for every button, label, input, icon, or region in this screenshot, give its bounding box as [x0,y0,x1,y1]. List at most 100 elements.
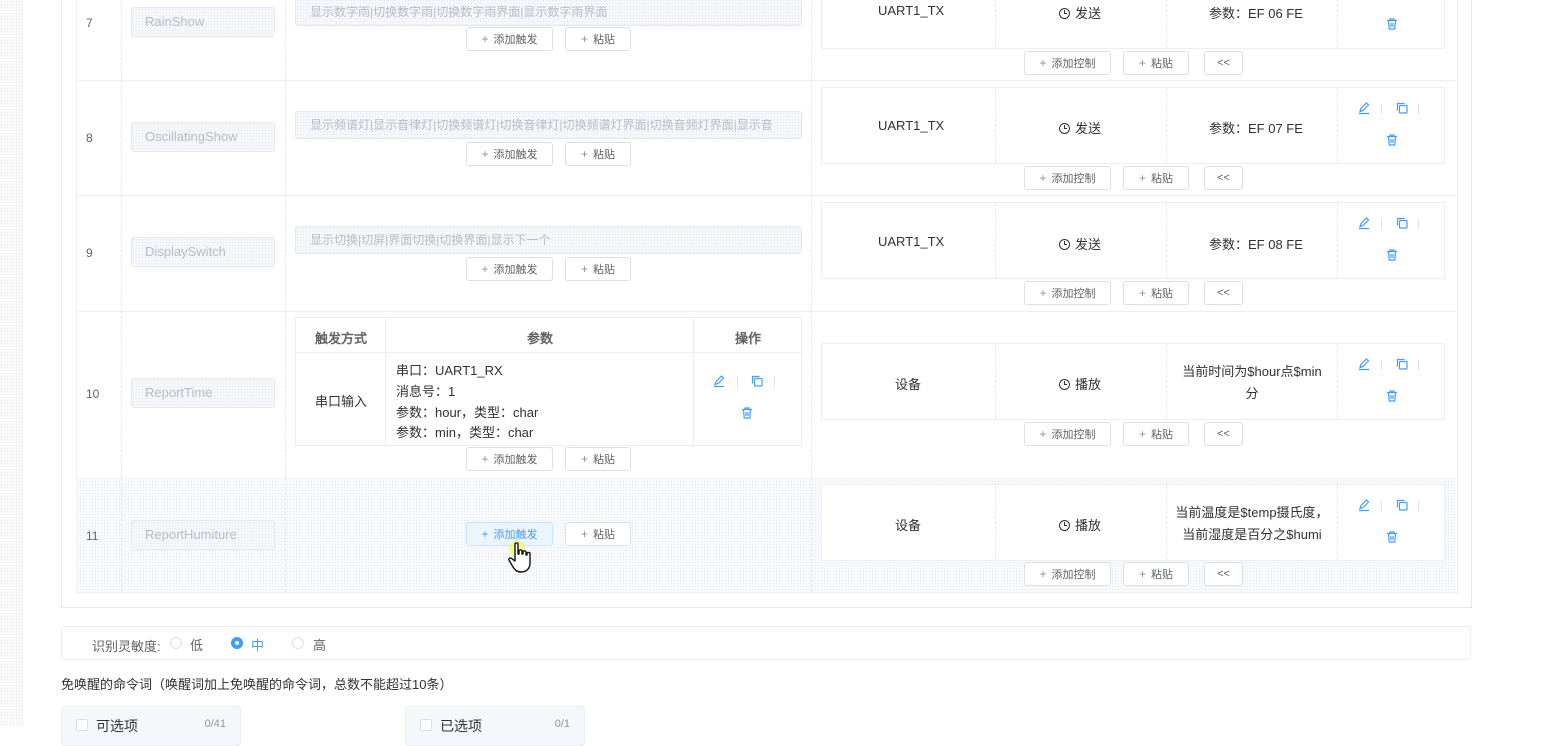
plus-icon: + [1039,171,1047,185]
clock-icon [1059,379,1070,390]
radio-medium-label[interactable]: 中 [251,635,264,654]
add-control-button[interactable]: + 添加控制 [1024,422,1111,446]
row-index: 7 [86,16,93,30]
plus-icon: + [1138,286,1146,300]
radio-high[interactable] [292,637,304,649]
copy-icon[interactable] [1395,357,1409,371]
edit-icon[interactable] [1357,101,1371,115]
select-all-checkbox[interactable] [420,719,432,731]
add-control-button[interactable]: + 添加控制 [1024,51,1111,75]
command-name-field[interactable]: DisplaySwitch [131,237,275,267]
plus-icon: + [580,32,588,46]
plus-icon: + [580,262,588,276]
paste-control-button[interactable]: + 粘贴 [1123,281,1189,305]
row-index: 8 [86,131,93,145]
collapse-button[interactable]: << [1204,562,1243,586]
paste-trigger-button[interactable]: + 粘贴 [565,522,631,546]
add-trigger-button[interactable]: + 添加触发 [466,447,553,471]
edit-icon[interactable] [1357,216,1371,230]
paste-trigger-button[interactable]: + 粘贴 [565,27,631,51]
sensitivity-setting: 识别灵敏度: 低 中 高 [61,626,1471,660]
control-action: 发送 [1059,3,1101,22]
paste-trigger-button[interactable]: + 粘贴 [565,142,631,166]
sensitivity-label: 识别灵敏度: [92,639,161,654]
paste-control-button[interactable]: + 粘贴 [1123,562,1189,586]
plus-icon: + [1039,567,1047,581]
delete-icon[interactable] [1385,17,1399,31]
trigger-param: 参数：hour，类型：char [396,405,539,420]
select-all-checkbox[interactable] [76,719,88,731]
delete-icon[interactable] [740,406,754,420]
add-control-button[interactable]: + 添加控制 [1024,562,1111,586]
paste-control-button[interactable]: + 粘贴 [1123,422,1189,446]
command-name-field[interactable]: ReportHumiture [131,520,275,550]
edit-icon[interactable] [1357,357,1371,371]
control-target: UART1_TX [878,234,945,249]
radio-low-label[interactable]: 低 [190,635,203,654]
delete-icon[interactable] [1385,389,1399,403]
command-name-field[interactable]: OscillatingShow [131,122,275,152]
column-header: 触发方式 [315,331,368,346]
plus-icon: + [481,32,489,46]
delete-icon[interactable] [1385,248,1399,262]
paste-control-button[interactable]: + 粘贴 [1123,51,1189,75]
collapse-button[interactable]: << [1204,422,1243,446]
control-item: UART1_TX 发送 参数：EF 06 FE [821,0,1445,49]
trigger-words-field[interactable]: 显示切换|切屏|界面切换|切换界面|显示下一个 [295,226,802,254]
control-target: 设备 [895,377,922,392]
plus-icon: + [1039,56,1047,70]
add-trigger-button[interactable]: + 添加触发 [466,257,553,281]
add-trigger-button[interactable]: + 添加触发 [466,27,553,51]
collapse-button[interactable]: << [1204,166,1243,190]
control-item: UART1_TX 发送 参数：EF 07 FE [821,87,1445,164]
add-control-button[interactable]: + 添加控制 [1024,281,1111,305]
clock-icon [1059,520,1070,531]
column-header: 操作 [735,331,762,346]
delete-icon[interactable] [1385,133,1399,147]
table-row: 10 ReportTime 触发方式 参数 操作 串口输入 串口：UART1_R… [76,311,1456,478]
collapse-button[interactable]: << [1204,51,1243,75]
trigger-param: 消息号：1 [396,384,456,399]
control-item: UART1_TX 发送 参数：EF 08 FE [821,202,1445,279]
table-row: 11 ReportHumiture + 添加触发 + 粘贴 设备 播放 当前温度是$… [76,477,1456,592]
paste-control-button[interactable]: + 粘贴 [1123,166,1189,190]
edit-icon[interactable] [712,374,726,388]
control-target: UART1_TX [878,118,945,133]
transfer-right-panel: 已选项 0/1 [405,706,585,746]
pointer-hand-icon [508,540,531,573]
trigger-param: 串口：UART1_RX [396,363,503,378]
collapse-button[interactable]: << [1204,281,1243,305]
add-control-button[interactable]: + 添加控制 [1024,166,1111,190]
radio-high-label[interactable]: 高 [313,635,326,654]
plus-icon: + [1039,427,1047,441]
edit-icon[interactable] [1357,498,1371,512]
radio-low[interactable] [170,637,182,649]
transfer-left-panel: 可选项 0/41 [61,706,241,746]
radio-medium[interactable] [231,637,243,649]
column-header: 参数 [527,331,554,346]
row-index: 11 [86,529,99,543]
copy-icon[interactable] [1395,101,1409,115]
delete-icon[interactable] [1385,530,1399,544]
command-name-field[interactable]: ReportTime [131,378,275,408]
trigger-param: 参数：min，类型：char [396,425,534,440]
trigger-method: 串口输入 [315,394,368,409]
transfer-left-title: 可选项 [96,718,138,734]
trigger-words-field[interactable]: 显示数字雨|切换数字雨|切换数字雨界面|显示数字雨界面 [295,0,802,26]
command-name-field[interactable]: RainShow [131,7,275,37]
plus-icon: + [580,452,588,466]
control-item: 设备 播放 当前时间为$hour点$min分 [821,343,1445,420]
paste-trigger-button[interactable]: + 粘贴 [565,257,631,281]
control-action: 播放 [1059,374,1101,393]
plus-icon: + [1138,567,1146,581]
paste-trigger-button[interactable]: + 粘贴 [565,447,631,471]
trigger-words-field[interactable]: 显示频谱灯|显示音律灯|切换频谱灯|切换音律灯|切换频谱灯界面|切换音频灯界面|… [295,111,802,139]
copy-icon[interactable] [1395,216,1409,230]
control-param: 参数：EF 08 FE [1209,237,1303,252]
add-trigger-button[interactable]: + 添加触发 [466,142,553,166]
clock-icon [1059,8,1070,19]
plus-icon: + [1138,171,1146,185]
plus-icon: + [481,452,489,466]
copy-icon[interactable] [1395,498,1409,512]
copy-icon[interactable] [750,374,764,388]
